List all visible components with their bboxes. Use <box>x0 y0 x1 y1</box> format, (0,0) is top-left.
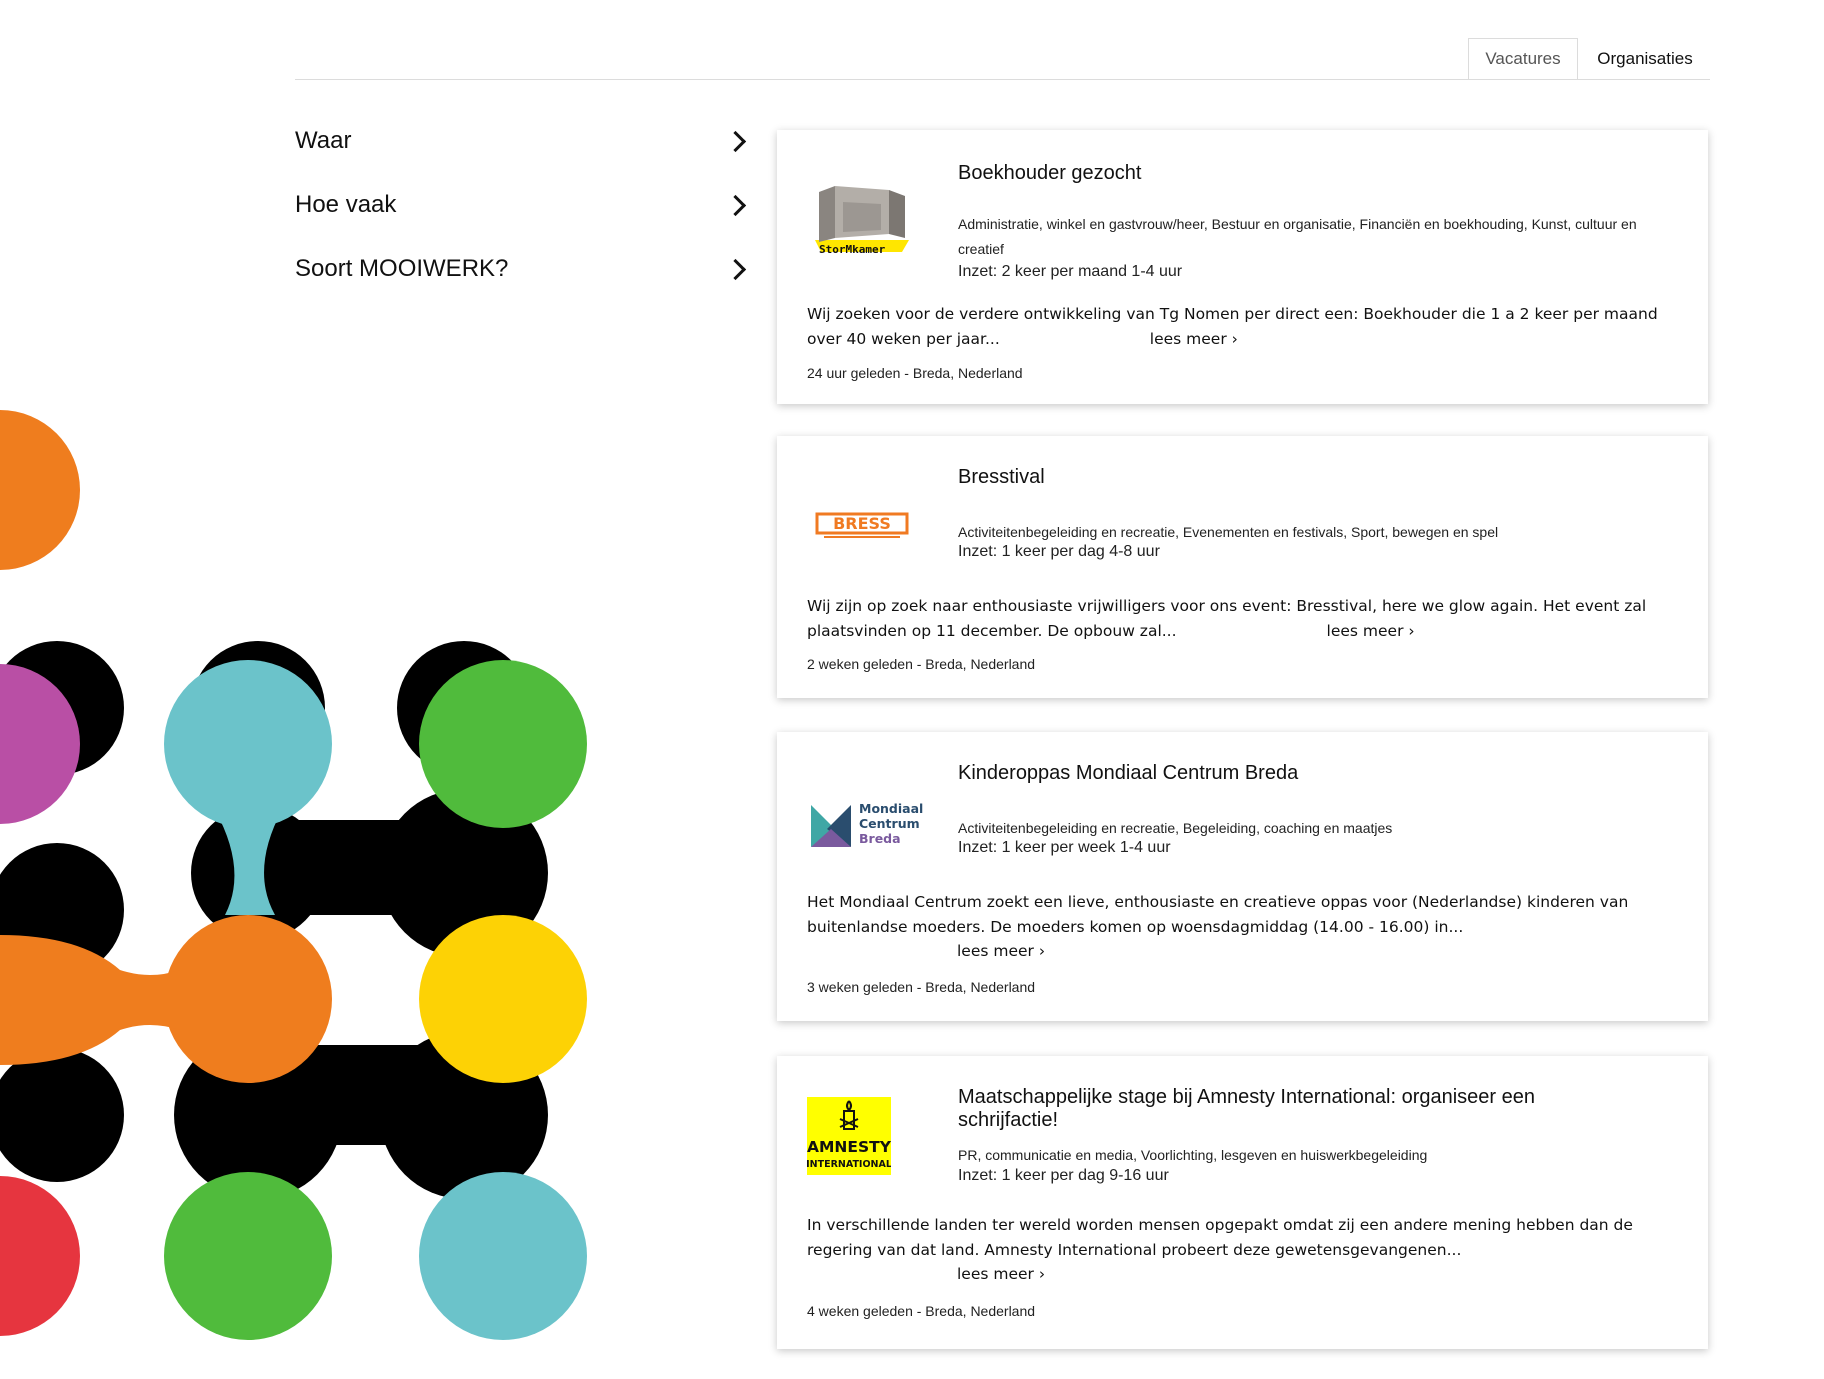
amnesty-logo-line-1: AMNESTY <box>807 1138 891 1156</box>
vacancy-categories: Administratie, winkel en gastvrouw/heer,… <box>958 216 1637 257</box>
vacancy-title[interactable]: Maatschappelijke stage bij Amnesty Inter… <box>958 1086 1588 1132</box>
read-more-link[interactable]: lees meer › <box>957 1262 1045 1287</box>
vacancy-meta: 3 weken geleden - Breda, Nederland <box>807 979 1036 995</box>
vacancy-meta: 4 weken geleden - Breda, Nederland <box>807 1303 1036 1319</box>
vacancy-categories: PR, communicatie en media, Voorlichting,… <box>958 1147 1428 1163</box>
vacancy-description: Wij zoeken voor de verdere ontwikkeling … <box>807 302 1668 351</box>
bress-logo: BRESS <box>807 481 917 571</box>
filter-hoe-vaak-label: Hoe vaak <box>295 191 397 218</box>
filter-waar-label: Waar <box>295 127 352 154</box>
tabs-divider <box>295 79 1710 80</box>
filter-soort[interactable]: Soort MOOIWERK? <box>295 249 749 289</box>
filter-hoe-vaak[interactable]: Hoe vaak <box>295 185 749 225</box>
decorative-molecule-graphic <box>0 410 587 1340</box>
vacancy-description-text: In verschillende landen ter wereld worde… <box>807 1216 1633 1259</box>
mondiaal-centrum-logo: Mondiaal Centrum Breda <box>807 780 927 870</box>
vacancy-card[interactable]: AMNESTY INTERNATIONAL Maatschappelijke s… <box>777 1056 1708 1349</box>
vacancy-title[interactable]: Boekhouder gezocht <box>958 162 1608 185</box>
vacancy-card[interactable]: Mondiaal Centrum Breda Kinderoppas Mondi… <box>777 732 1708 1021</box>
read-more-link[interactable]: lees meer › <box>1150 327 1238 352</box>
vacancy-title[interactable]: Bresstival <box>958 466 1608 489</box>
mondiaal-logo-line-3: Breda <box>859 831 901 846</box>
vacancy-description-text: Het Mondiaal Centrum zoekt een lieve, en… <box>807 893 1629 936</box>
tab-organisaties[interactable]: Organisaties <box>1578 38 1712 80</box>
amnesty-logo-line-2: INTERNATIONAL <box>807 1159 891 1170</box>
vacancy-inzet: Inzet: 1 keer per week 1-4 uur <box>958 839 1171 856</box>
vacancy-description: In verschillende landen ter wereld worde… <box>807 1213 1668 1287</box>
vacancy-description: Wij zijn op zoek naar enthousiaste vrijw… <box>807 594 1668 643</box>
filter-waar[interactable]: Waar <box>295 121 749 161</box>
vacancy-meta: 24 uur geleden - Breda, Nederland <box>807 365 1023 381</box>
stormkamer-logo: StorMkamer <box>807 175 917 265</box>
stormkamer-logo-text: StorMkamer <box>819 243 886 256</box>
read-more-link[interactable]: lees meer › <box>957 939 1045 964</box>
mondiaal-logo-line-1: Mondiaal <box>859 801 923 816</box>
bress-logo-text: BRESS <box>833 514 891 533</box>
vacancy-inzet: Inzet: 2 keer per maand 1-4 uur <box>958 263 1183 280</box>
vacancy-inzet: Inzet: 1 keer per dag 4-8 uur <box>958 543 1160 560</box>
chevron-right-icon <box>724 130 747 152</box>
vacancy-meta: 2 weken geleden - Breda, Nederland <box>807 656 1036 672</box>
filter-soort-label: Soort MOOIWERK? <box>295 255 509 282</box>
chevron-right-icon <box>724 258 747 280</box>
vacancy-description-text: Wij zijn op zoek naar enthousiaste vrijw… <box>807 597 1647 640</box>
vacancy-inzet: Inzet: 1 keer per dag 9-16 uur <box>958 1167 1169 1184</box>
vacancy-card[interactable]: StorMkamer Boekhouder gezocht Administra… <box>777 130 1708 404</box>
vacancy-title[interactable]: Kinderoppas Mondiaal Centrum Breda <box>958 762 1608 785</box>
vacancy-categories: Activiteitenbegeleiding en recreatie, Be… <box>958 820 1393 836</box>
chevron-right-icon <box>724 194 747 216</box>
read-more-link[interactable]: lees meer › <box>1327 619 1415 644</box>
vacancy-description: Het Mondiaal Centrum zoekt een lieve, en… <box>807 890 1668 964</box>
tab-vacatures[interactable]: Vacatures <box>1468 38 1578 80</box>
mondiaal-logo-line-2: Centrum <box>859 816 920 831</box>
vacancy-categories: Activiteitenbegeleiding en recreatie, Ev… <box>958 524 1499 540</box>
vacancy-card[interactable]: BRESS Bresstival Activiteitenbegeleiding… <box>777 436 1708 698</box>
amnesty-logo: AMNESTY INTERNATIONAL <box>807 1096 891 1176</box>
